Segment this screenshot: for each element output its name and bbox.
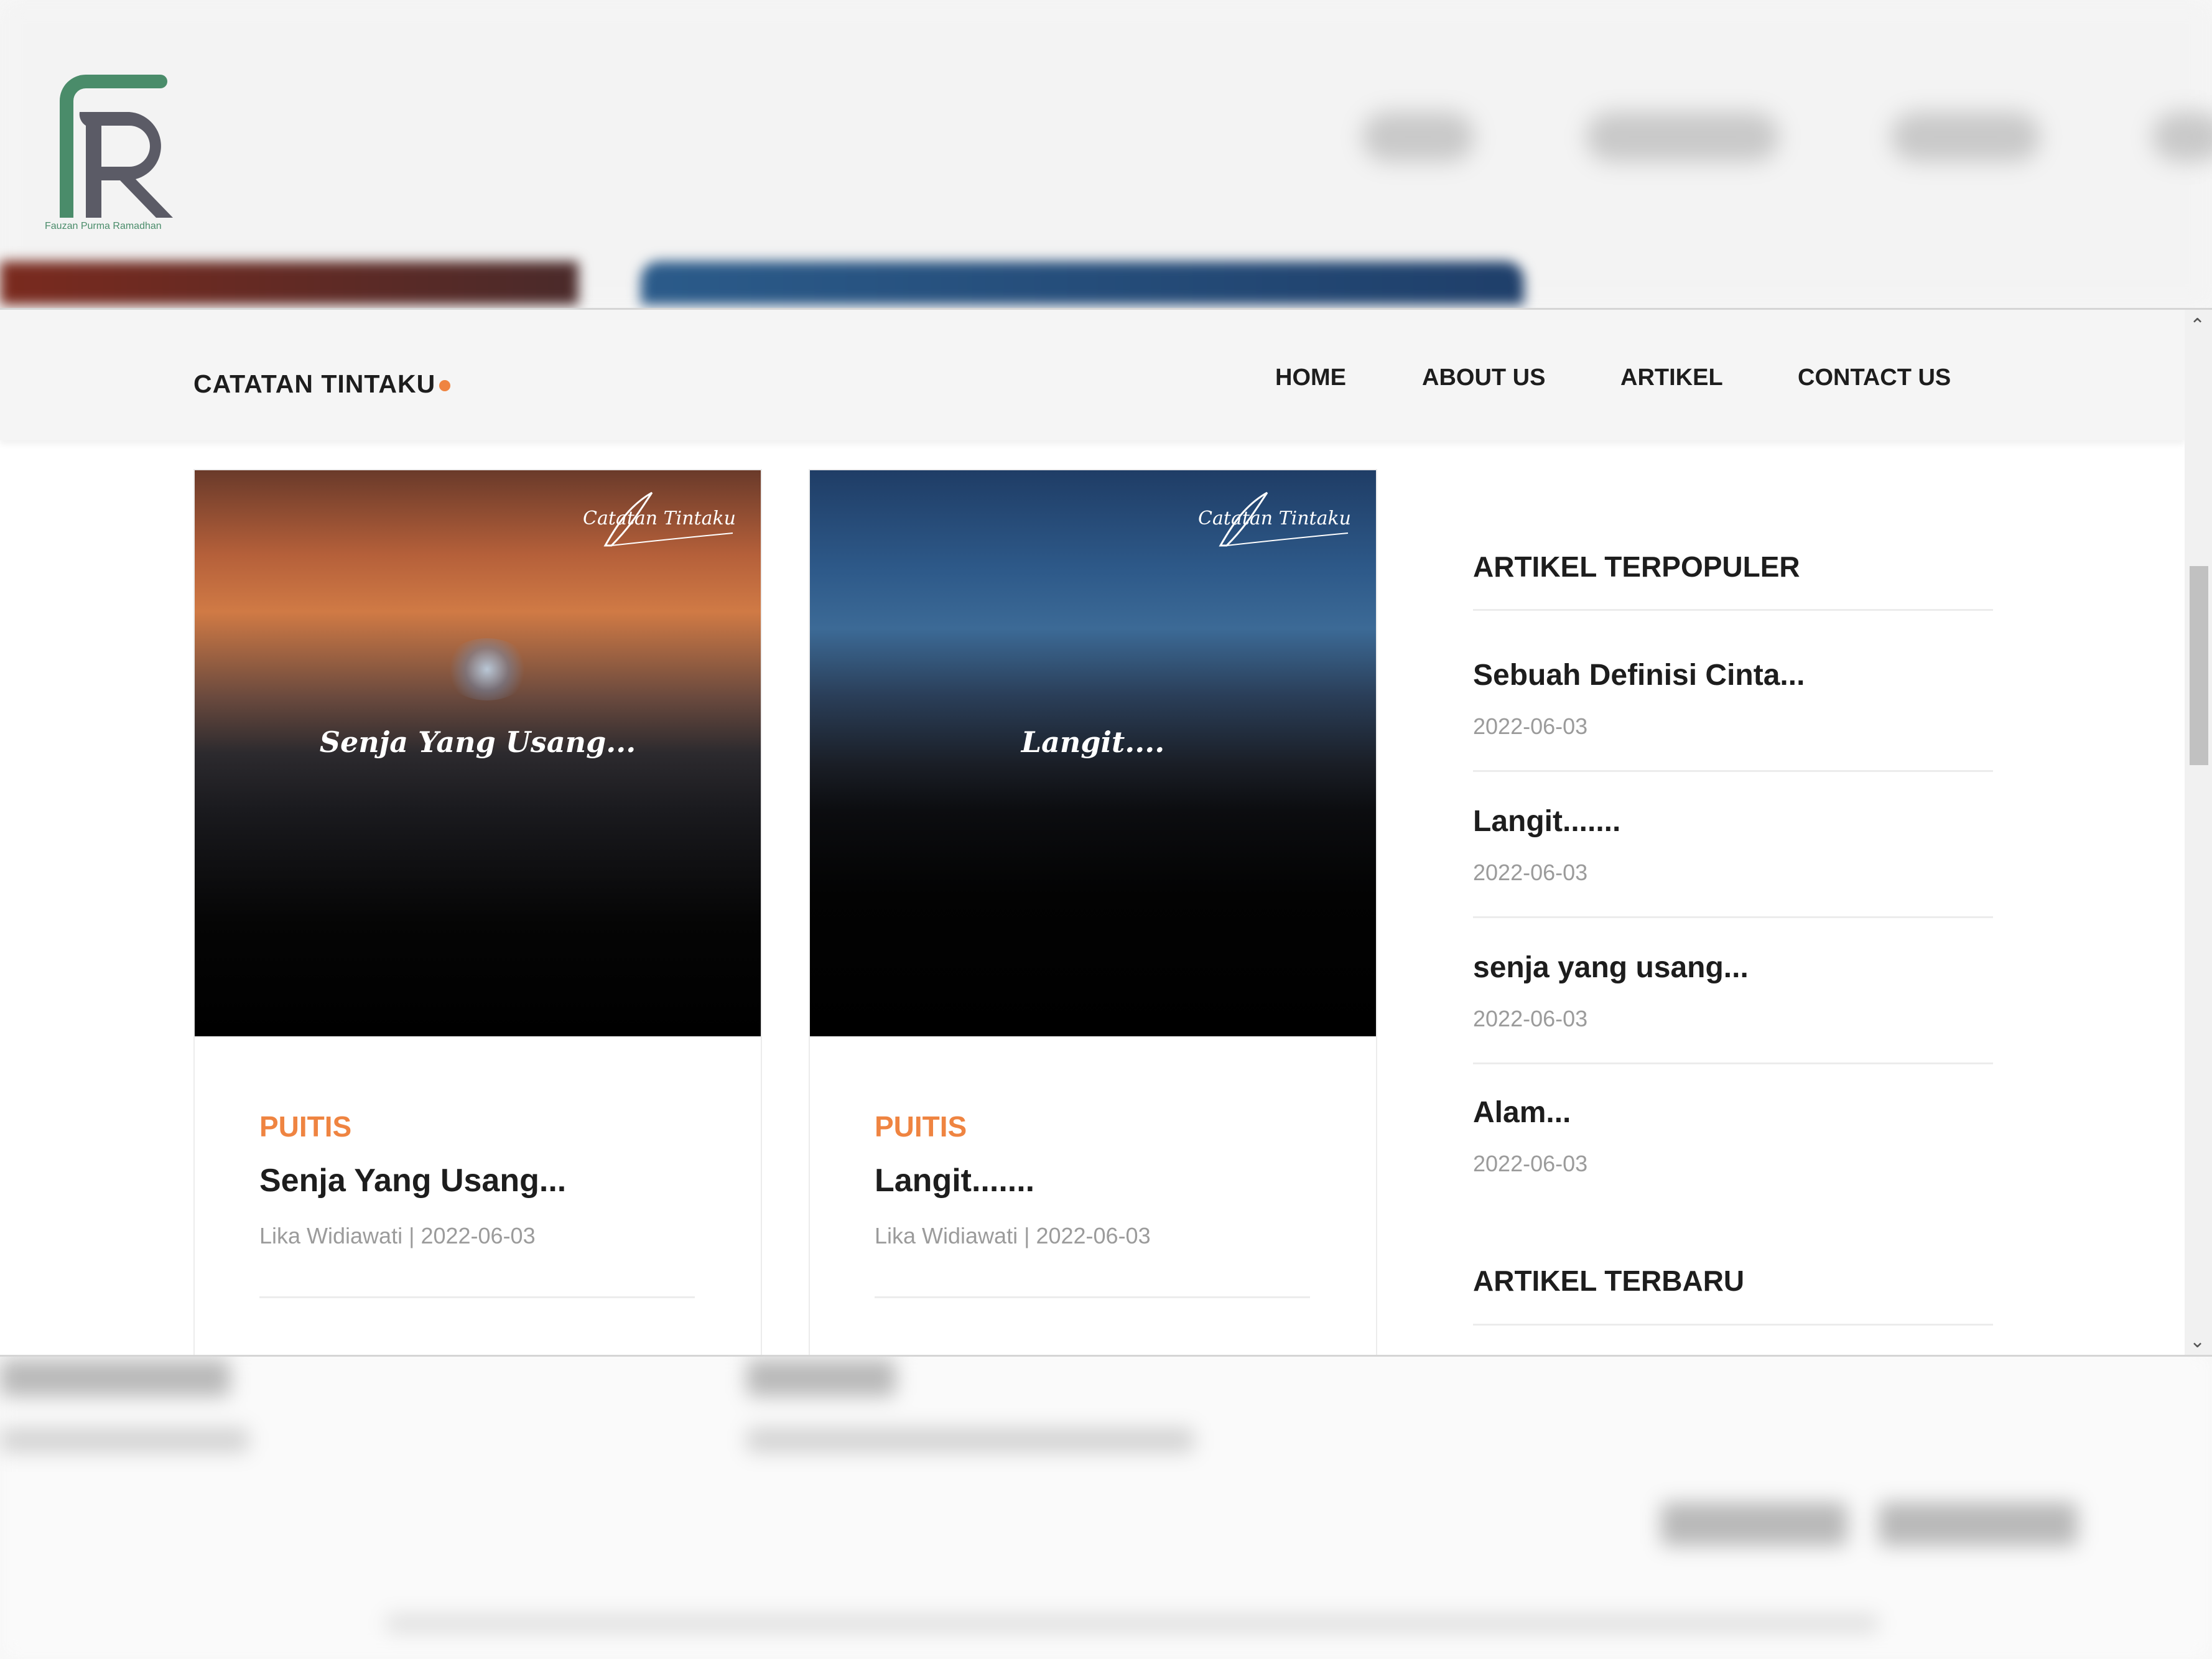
popular-item-date: 2022-06-03 [1473, 1006, 1588, 1031]
article-meta: Lika Widiawati | 2022-06-03 [259, 1223, 536, 1248]
category-label[interactable]: PUITIS [875, 1110, 967, 1143]
date: 2022-06-03 [421, 1223, 536, 1248]
popular-item-date: 2022-06-03 [1473, 1151, 1588, 1176]
popular-item[interactable]: Langit....... 2022-06-03 [1473, 804, 1993, 886]
blurred-image-strip-1 [0, 261, 579, 305]
heading-rule [1473, 609, 1993, 611]
popular-item-title[interactable]: Sebuah Definisi Cinta... [1473, 658, 1993, 692]
author: Lika Widiawati [259, 1223, 403, 1248]
author: Lika Widiawati [875, 1223, 1018, 1248]
scroll-down-arrow-icon[interactable]: ⌄ [2190, 1331, 2205, 1352]
article-title[interactable]: Senja Yang Usang... [259, 1162, 566, 1199]
article-image[interactable]: Catatan Tintaku Langit.... [810, 470, 1376, 1036]
heading-rule [1473, 1324, 1993, 1326]
popular-item-date: 2022-06-03 [1473, 860, 1588, 885]
navbar: CATATAN TINTAKU HOME ABOUT US ARTIKEL CO… [0, 310, 2185, 440]
brand[interactable]: CATATAN TINTAKU [193, 369, 451, 399]
category-label[interactable]: PUITIS [259, 1110, 351, 1143]
brand-dot [439, 380, 451, 392]
nav-about-us[interactable]: ABOUT US [1422, 365, 1545, 391]
popular-item-title[interactable]: Langit....... [1473, 804, 1993, 839]
popular-item-date: 2022-06-03 [1473, 713, 1588, 739]
divider [1473, 916, 1993, 918]
watermark-text: Catatan Tintaku [583, 508, 736, 529]
article-card[interactable]: Catatan Tintaku Langit.... PUITIS Langit… [809, 469, 1377, 1355]
divider [1473, 770, 1993, 772]
popular-item-title[interactable]: senja yang usang... [1473, 950, 1993, 985]
latest-heading: ARTIKEL TERBARU [1473, 1265, 1745, 1297]
popular-item[interactable]: Sebuah Definisi Cinta... 2022-06-03 [1473, 658, 1993, 740]
popular-heading: ARTIKEL TERPOPULER [1473, 551, 1800, 583]
popular-item[interactable]: senja yang usang... 2022-06-03 [1473, 950, 1993, 1032]
logo-caption: Fauzan Purma Ramadhan [45, 221, 162, 231]
nav-artikel[interactable]: ARTIKEL [1620, 365, 1723, 391]
article-card[interactable]: Catatan Tintaku Senja Yang Usang... PUIT… [193, 469, 762, 1355]
date: 2022-06-03 [1036, 1223, 1151, 1248]
divider [259, 1296, 695, 1298]
watermark-text: Catatan Tintaku [1198, 508, 1351, 529]
article-meta: Lika Widiawati | 2022-06-03 [875, 1223, 1151, 1248]
fr-logo [60, 75, 174, 218]
scrollbar[interactable]: ⌃ ⌄ [2185, 310, 2212, 1355]
scroll-up-arrow-icon[interactable]: ⌃ [2190, 315, 2205, 337]
brand-name: CATATAN TINTAKU [193, 369, 436, 398]
nav-home[interactable]: HOME [1275, 365, 1346, 391]
scrollbar-thumb[interactable] [2190, 566, 2208, 765]
article-title[interactable]: Langit....... [875, 1162, 1034, 1199]
popular-item[interactable]: Alam... 2022-06-03 [1473, 1095, 1993, 1177]
divider [875, 1296, 1310, 1298]
blurred-image-strip-2 [641, 261, 1524, 305]
popular-item-title[interactable]: Alam... [1473, 1095, 1993, 1130]
article-image[interactable]: Catatan Tintaku Senja Yang Usang... [195, 470, 761, 1036]
nav-contact-us[interactable]: CONTACT US [1798, 365, 1951, 391]
image-caption: Senja Yang Usang... [319, 725, 636, 759]
divider [1473, 1062, 1993, 1064]
image-caption: Langit.... [1021, 725, 1165, 759]
website-frame: CATATAN TINTAKU HOME ABOUT US ARTIKEL CO… [0, 308, 2212, 1357]
blurred-footer [0, 1353, 2212, 1659]
